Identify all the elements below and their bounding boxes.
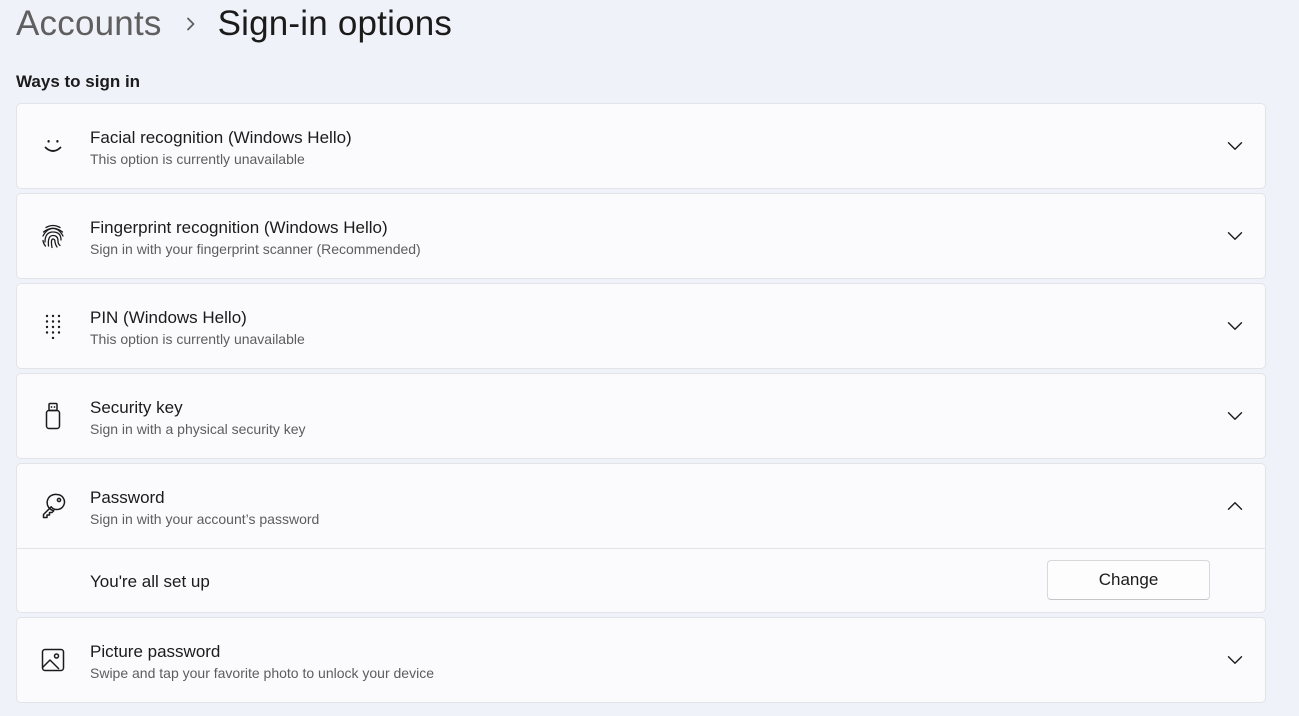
option-title: Picture password: [90, 642, 221, 661]
change-password-button[interactable]: Change: [1047, 560, 1210, 600]
option-title: Password: [90, 488, 165, 507]
option-subtitle: Sign in with your fingerprint scanner (R…: [90, 241, 421, 257]
security-key-icon: [39, 402, 67, 430]
option-subtitle: Sign in with your account’s password: [90, 511, 320, 527]
option-password[interactable]: Password Sign in with your account’s pas…: [16, 463, 1266, 613]
option-security-key[interactable]: Security key Sign in with a physical sec…: [16, 373, 1266, 459]
page-title: Sign-in options: [217, 4, 453, 43]
option-title: Fingerprint recognition (Windows Hello): [90, 218, 388, 237]
option-subtitle: Sign in with a physical security key: [90, 421, 306, 437]
option-subtitle: This option is currently unavailable: [90, 151, 305, 167]
option-facial-recognition[interactable]: Facial recognition (Windows Hello) This …: [16, 103, 1266, 189]
pin-keypad-icon: [39, 312, 67, 340]
breadcrumb: Accounts Sign-in options: [16, 2, 452, 46]
chevron-down-icon[interactable]: [1227, 408, 1243, 424]
password-details: You're all set up Change: [17, 548, 1265, 612]
option-title: Security key: [90, 398, 183, 417]
face-smile-icon: [39, 132, 67, 160]
section-title: Ways to sign in: [16, 72, 141, 91]
key-icon: [39, 492, 67, 520]
chevron-down-icon[interactable]: [1227, 318, 1243, 334]
option-fingerprint-recognition[interactable]: Fingerprint recognition (Windows Hello) …: [16, 193, 1266, 279]
password-status-text: You're all set up: [90, 572, 210, 591]
option-pin[interactable]: PIN (Windows Hello) This option is curre…: [16, 283, 1266, 369]
option-title: PIN (Windows Hello): [90, 308, 247, 327]
chevron-down-icon[interactable]: [1227, 228, 1243, 244]
option-subtitle: This option is currently unavailable: [90, 331, 305, 347]
chevron-up-icon[interactable]: [1227, 498, 1243, 514]
chevron-down-icon[interactable]: [1227, 652, 1243, 668]
fingerprint-icon: [39, 222, 67, 250]
chevron-right-icon: [181, 14, 201, 34]
option-picture-password[interactable]: Picture password Swipe and tap your favo…: [16, 617, 1266, 703]
chevron-down-icon[interactable]: [1227, 138, 1243, 154]
breadcrumb-accounts-link[interactable]: Accounts: [16, 4, 162, 44]
picture-icon: [39, 646, 67, 674]
option-password-header[interactable]: Password Sign in with your account’s pas…: [17, 464, 1265, 548]
option-title: Facial recognition (Windows Hello): [90, 128, 352, 147]
option-subtitle: Swipe and tap your favorite photo to unl…: [90, 665, 434, 681]
